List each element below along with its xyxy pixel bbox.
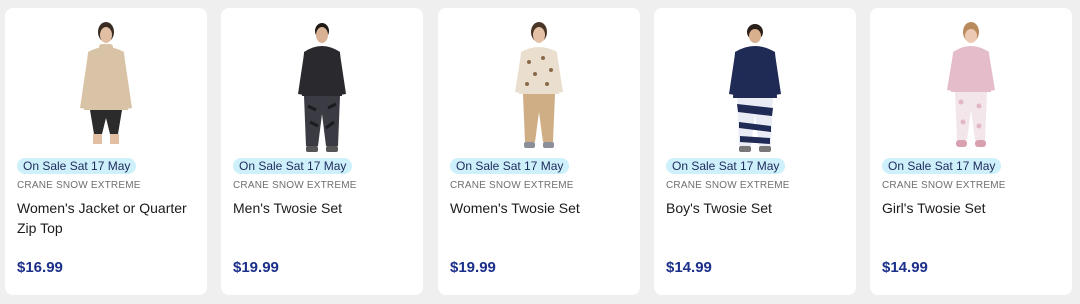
sale-date-badge: On Sale Sat 17 May: [17, 158, 137, 174]
product-card[interactable]: On Sale Sat 17 May CRANE SNOW EXTREME Gi…: [870, 8, 1072, 295]
product-brand: CRANE SNOW EXTREME: [666, 180, 790, 191]
product-image[interactable]: [221, 18, 423, 158]
sale-date-badge: On Sale Sat 17 May: [233, 158, 353, 174]
product-brand: CRANE SNOW EXTREME: [450, 180, 574, 191]
product-title[interactable]: Boy's Twosie Set: [666, 198, 848, 218]
sale-date-badge: On Sale Sat 17 May: [882, 158, 1002, 174]
model-black-twosie-icon: [298, 23, 346, 152]
product-image[interactable]: [870, 18, 1072, 158]
product-price: $19.99: [233, 259, 279, 276]
product-price: $16.99: [17, 259, 63, 276]
product-card[interactable]: On Sale Sat 17 May CRANE SNOW EXTREME Me…: [221, 8, 423, 295]
product-price: $14.99: [882, 259, 928, 276]
product-brand: CRANE SNOW EXTREME: [17, 180, 141, 191]
model-pink-twosie-icon: [947, 22, 995, 147]
product-title[interactable]: Girl's Twosie Set: [882, 198, 1064, 218]
product-image[interactable]: [438, 18, 640, 158]
product-image[interactable]: [654, 18, 856, 158]
product-brand: CRANE SNOW EXTREME: [882, 180, 1006, 191]
product-brand: CRANE SNOW EXTREME: [233, 180, 357, 191]
model-leopard-twosie-icon: [515, 22, 563, 148]
model-beige-top-icon: [80, 22, 132, 144]
product-price: $19.99: [450, 259, 496, 276]
model-navy-twosie-icon: [729, 24, 781, 152]
product-price: $14.99: [666, 259, 712, 276]
product-title[interactable]: Women's Jacket or Quarter Zip Top: [17, 198, 199, 238]
sale-date-badge: On Sale Sat 17 May: [450, 158, 570, 174]
product-title[interactable]: Women's Twosie Set: [450, 198, 632, 218]
product-card[interactable]: On Sale Sat 17 May CRANE SNOW EXTREME Wo…: [5, 8, 207, 295]
product-image[interactable]: [5, 18, 207, 158]
product-title[interactable]: Men's Twosie Set: [233, 198, 415, 218]
product-card[interactable]: On Sale Sat 17 May CRANE SNOW EXTREME Bo…: [654, 8, 856, 295]
sale-date-badge: On Sale Sat 17 May: [666, 158, 786, 174]
product-row: On Sale Sat 17 May CRANE SNOW EXTREME Wo…: [0, 0, 1080, 304]
product-card[interactable]: On Sale Sat 17 May CRANE SNOW EXTREME Wo…: [438, 8, 640, 295]
